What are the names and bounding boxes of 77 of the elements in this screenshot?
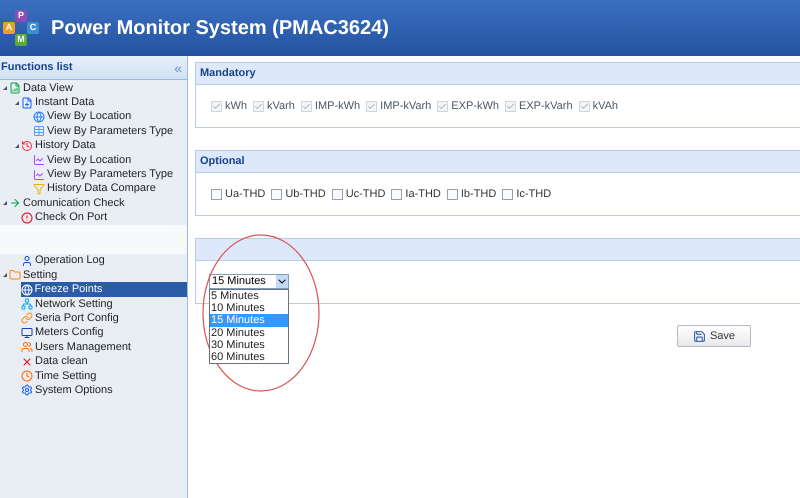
checkbox[interactable] [211, 188, 222, 200]
link-icon [21, 312, 33, 324]
checkbox-label: Ic-THD [516, 186, 552, 202]
panel-header: Optional [196, 151, 800, 173]
tree-item[interactable]: Operation Log [21, 254, 109, 268]
dropdown-option[interactable]: 60 Minutes [210, 351, 288, 364]
tree-item[interactable]: View By Location [33, 152, 136, 168]
tree-item[interactable]: Time Setting [21, 368, 100, 384]
dropdown-option[interactable]: 20 Minutes [210, 326, 288, 339]
sidebar-header: Functions list « [0, 56, 187, 80]
checkbox-label: EXP-kVarh [518, 98, 573, 114]
document-add-icon [21, 96, 33, 109]
chart-icon [33, 154, 45, 166]
tree-item[interactable]: View By Parameters Type [33, 167, 178, 182]
tree-item[interactable]: Meters Config [21, 326, 108, 340]
folder-icon [9, 269, 21, 282]
expand-toggle-icon[interactable] [2, 273, 6, 278]
checkbox[interactable] [391, 188, 402, 200]
globe-icon [20, 284, 33, 296]
alert-icon [21, 212, 33, 224]
dropdown-option[interactable]: 5 Minutes [210, 290, 288, 302]
logo: P A C M [3, 10, 39, 46]
history-icon [21, 140, 33, 152]
tree-item[interactable]: Setting [9, 268, 62, 282]
expand-toggle-icon[interactable] [14, 144, 18, 148]
settings-icon [21, 384, 33, 396]
globe-icon [33, 110, 45, 123]
save-icon [692, 330, 706, 342]
tree-item[interactable]: History Data Compare [33, 182, 160, 196]
users-icon [21, 341, 33, 354]
checkbox-label: Uc-THD [346, 186, 386, 202]
expand-toggle-icon[interactable] [2, 201, 6, 206]
tree-item[interactable]: System Options [21, 383, 117, 398]
expand-toggle-icon[interactable] [2, 86, 6, 90]
checkbox-label: Ia-THD [405, 186, 441, 202]
dropdown-option[interactable]: 10 Minutes [210, 302, 288, 314]
checkbox-label: IMP-kVarh [380, 98, 432, 114]
filter-icon [33, 182, 45, 195]
dropdown-option[interactable]: 30 Minutes [210, 338, 288, 352]
checkbox-label: Ib-THD [460, 186, 496, 202]
tree-item[interactable]: View By Location [33, 110, 136, 124]
user-icon [21, 254, 33, 267]
checkbox-label: IMP-kWh [314, 98, 360, 114]
tree-item[interactable]: Network Setting [21, 296, 117, 312]
checkbox-label: Ub-THD [285, 186, 326, 202]
tree-item[interactable]: Users Management [21, 340, 135, 354]
chart-icon [33, 168, 45, 181]
cross-icon [21, 356, 33, 368]
checkbox-label: Ua-THD [225, 186, 266, 202]
panel-header: Mandatory [196, 63, 800, 85]
checkbox-label: kVAh [592, 98, 618, 114]
clock-icon [21, 370, 33, 382]
network-icon [21, 298, 33, 310]
checkbox[interactable] [502, 188, 514, 200]
interval-select[interactable]: 15 Minutes [209, 274, 289, 289]
checkbox-label: EXP-kWh [451, 98, 499, 114]
tree-item[interactable]: Data clean [21, 354, 92, 369]
report-icon [9, 82, 21, 94]
tree-item[interactable]: Seria Port Config [21, 311, 123, 326]
checkbox-label: kWh [225, 98, 247, 114]
tree-item[interactable]: History Data [21, 138, 100, 153]
tree-item[interactable]: Data View [9, 81, 77, 96]
tree-item[interactable]: View By Parameters Type [33, 124, 178, 139]
checkbox[interactable] [446, 188, 458, 200]
table-icon [33, 125, 45, 138]
tree-item[interactable]: Check On Port [21, 210, 112, 225]
save-button[interactable]: Save [677, 325, 751, 347]
tree-item[interactable]: Instant Data [21, 95, 98, 110]
tree-item[interactable]: Comunication Check [9, 196, 128, 211]
tree-item[interactable]: Freeze Points [20, 282, 187, 297]
app-title: Power Monitor System (PMAC3624) [51, 16, 389, 41]
checkbox-label: kVarh [267, 98, 295, 114]
checkbox[interactable] [332, 188, 343, 200]
monitor-icon [21, 326, 33, 339]
expand-toggle-icon[interactable] [14, 100, 18, 105]
checkbox[interactable] [271, 188, 282, 200]
arrow-icon [9, 197, 21, 210]
